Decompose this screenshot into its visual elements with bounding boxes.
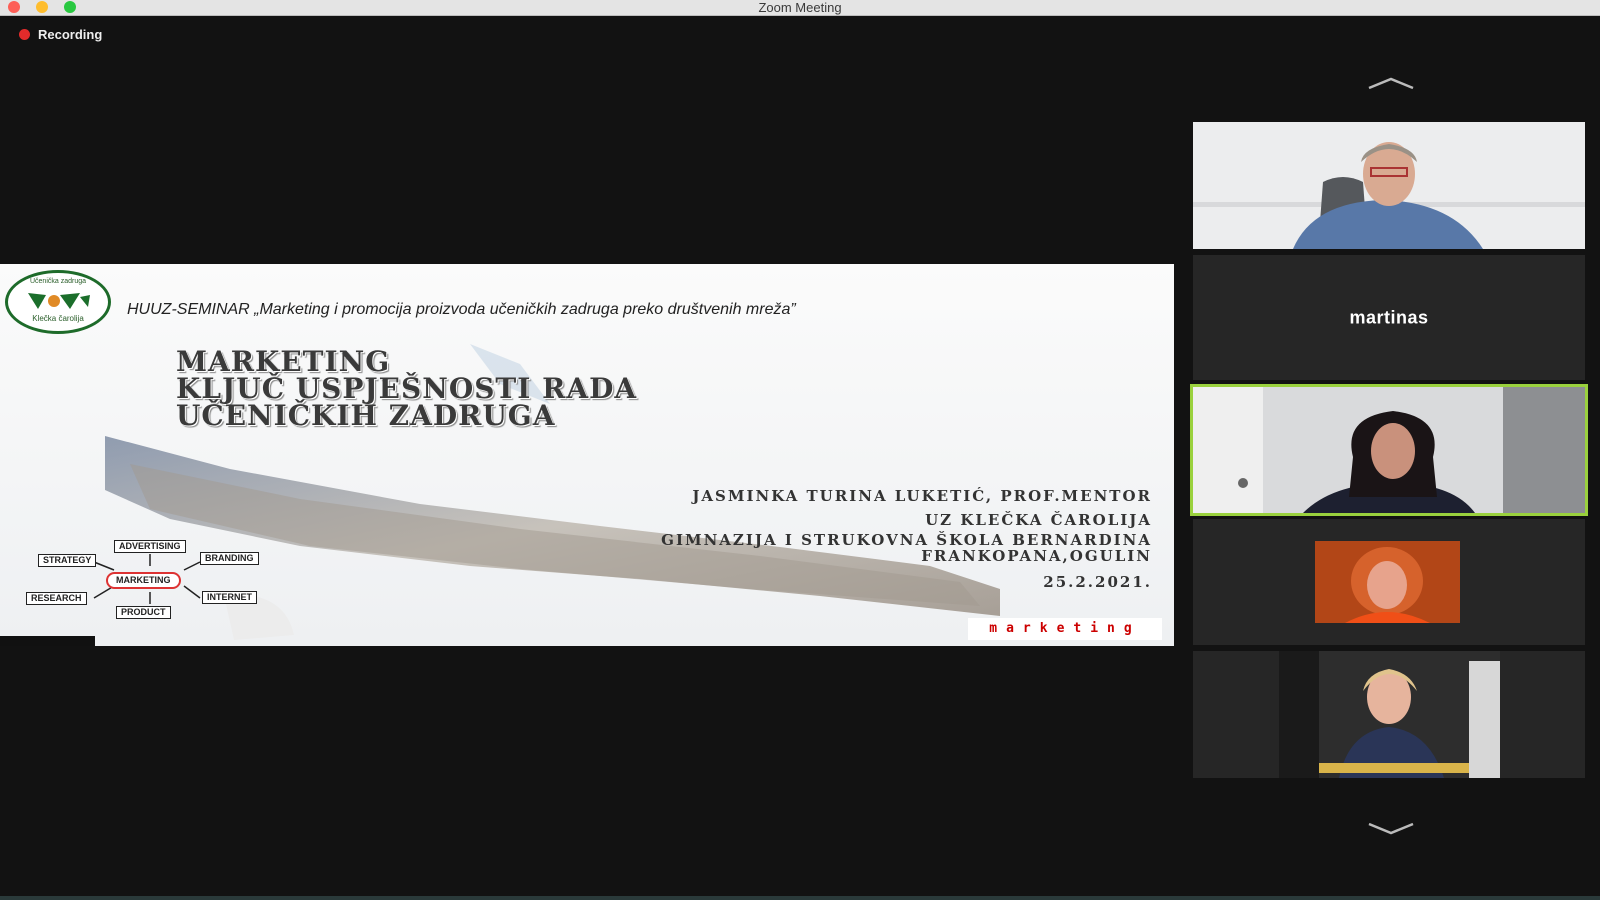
diagram-node-advertising: ADVERTISING [114,540,186,553]
window-titlebar: Zoom Meeting [0,0,1600,16]
title-line: UČENIČKIH ZADRUGA [176,399,556,432]
diagram-center-marketing: MARKETING [106,572,181,589]
title-line: MARKETING [176,345,391,378]
active-speaker-video-tile[interactable] [1190,384,1588,516]
recording-label: Recording [38,27,103,42]
school-cooperative-logo: Učenička zadruga Klečka čarolija [5,270,111,334]
participant-name-tile[interactable]: martinas [1193,255,1585,380]
logo-bottom-text: Klečka čarolija [32,314,84,323]
participant-video-tile[interactable] [1193,122,1585,249]
bottom-edge-strip [0,896,1600,900]
diagram-node-internet: INTERNET [202,591,257,604]
marketing-wordmark: marketing [968,618,1162,640]
title-line: KLJUČ USPJEŠNOSTI RADA [176,372,638,405]
participant-video [1315,541,1460,623]
participant-video [1279,651,1500,778]
recording-dot-icon [19,29,30,40]
presentation-date: 25.2.2021. [1043,573,1152,591]
shared-screen-slide: Učenička zadruga Klečka čarolija HUUZ-SE… [0,264,1174,646]
marketing-diagram: ADVERTISING STRATEGY BRANDING MARKETING … [24,540,304,642]
wordmark-text: marketing [989,621,1141,636]
organization-name: UZ KLEČKA ČAROLIJA [925,511,1152,529]
participant-name: martinas [1349,307,1429,327]
logo-top-text: Učenička zadruga [29,278,87,285]
recording-indicator[interactable]: Recording [19,27,102,42]
presenter-info: JASMINKA TURINA LUKETIĆ, PROF.MENTOR UZ … [661,485,1152,595]
window-title: Zoom Meeting [758,0,842,15]
scroll-down-chevron-icon[interactable] [1366,820,1416,836]
school-name-line-2: FRANKOPANA,OGULIN [921,547,1152,565]
seminar-heading: HUUZ-SEMINAR „Marketing i promocija proi… [127,301,796,318]
diagram-node-strategy: STRATEGY [38,554,97,567]
participant-video [1193,387,1585,513]
participant-video-tile[interactable] [1193,651,1585,778]
participant-video-tile[interactable] [1193,519,1585,645]
logo-figures-icon [28,293,90,309]
participant-video [1193,122,1585,249]
scroll-up-chevron-icon[interactable] [1366,76,1416,92]
diagram-node-branding: BRANDING [200,552,259,565]
diagram-node-product: PRODUCT [116,606,171,619]
presenter-name: JASMINKA TURINA LUKETIĆ, PROF.MENTOR [692,487,1152,505]
slide-title: MARKETING KLJUČ USPJEŠNOSTI RADA UČENIČK… [176,345,638,432]
diagram-node-research: RESEARCH [26,592,87,605]
